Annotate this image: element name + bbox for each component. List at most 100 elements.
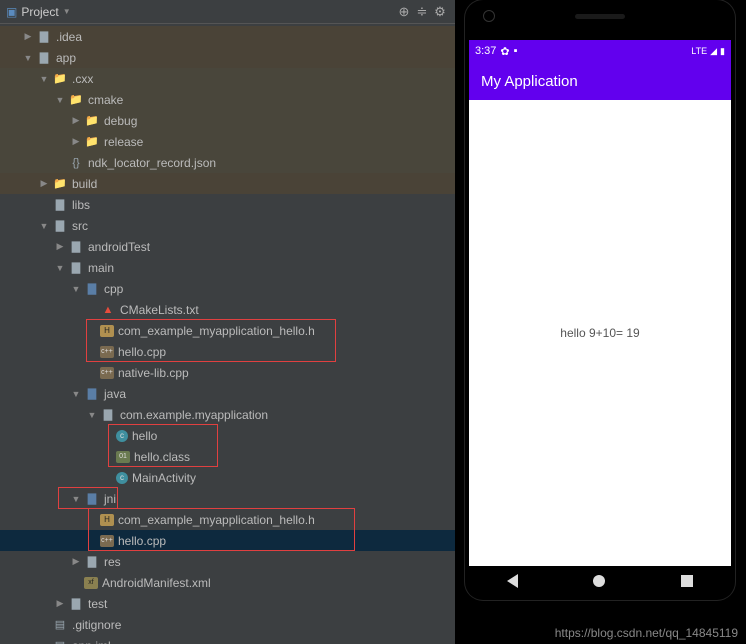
tree-item-label: com_example_myapplication_hello.h (118, 324, 315, 338)
folder-icon: 📁 (84, 134, 100, 150)
tree-row[interactable]: ▇test (0, 593, 455, 614)
folder-icon: ▇ (68, 239, 84, 255)
status-bar: 3:37 ✿ ▪ LTE ◢ ▮ (469, 40, 731, 62)
phone-screen: 3:37 ✿ ▪ LTE ◢ ▮ My Application hello 9+… (469, 40, 731, 566)
tree-row[interactable]: xfAndroidManifest.xml (0, 572, 455, 593)
expand-arrow-icon[interactable] (70, 136, 82, 148)
expand-arrow-icon[interactable] (54, 598, 66, 610)
nav-recent-icon[interactable] (681, 575, 693, 587)
file-icon: ▤ (52, 638, 68, 644)
tree-row[interactable]: c++hello.cpp (0, 530, 455, 551)
tree-row[interactable]: ▇cpp (0, 278, 455, 299)
folder-icon: 📁 (68, 92, 84, 108)
collapse-icon[interactable]: ≑ (413, 3, 431, 21)
tree-row[interactable]: ▇ androidTest (0, 236, 455, 257)
expand-arrow-icon[interactable] (70, 115, 82, 127)
tree-item-label: androidTest (88, 240, 150, 254)
expand-arrow-icon[interactable] (86, 409, 98, 421)
status-network: LTE (691, 46, 707, 56)
tree-row[interactable]: chello (0, 425, 455, 446)
header-file-icon: H (100, 325, 114, 337)
java-class-icon: c (116, 472, 128, 484)
tree-item-label: CMakeLists.txt (120, 303, 199, 317)
tree-row[interactable]: c MainActivity (0, 467, 455, 488)
tree-item-label: res (104, 555, 121, 569)
project-dropdown[interactable]: ▣ Project ▼ (6, 5, 71, 19)
tree-row[interactable]: ▇ jni (0, 488, 455, 509)
json-file-icon: {} (68, 155, 84, 171)
cpp-file-icon: c++ (100, 535, 114, 547)
tree-row[interactable]: c++native-lib.cpp (0, 362, 455, 383)
expand-arrow-icon[interactable] (70, 493, 82, 505)
tree-item-label: jni (104, 492, 116, 506)
tree-row[interactable]: {} ndk_locator_record.json (0, 152, 455, 173)
tree-row[interactable]: 📁cmake (0, 89, 455, 110)
tree-row[interactable]: 📁 release (0, 131, 455, 152)
tree-row[interactable]: ▲CMakeLists.txt (0, 299, 455, 320)
status-gear-icon: ✿ (500, 45, 509, 58)
expand-arrow-icon[interactable] (22, 52, 34, 64)
tree-row[interactable]: ▇.idea (0, 26, 455, 47)
tree-row[interactable]: ▤.gitignore (0, 614, 455, 635)
expand-arrow-icon[interactable] (70, 283, 82, 295)
tree-row[interactable]: Hcom_example_myapplication_hello.h (0, 320, 455, 341)
tree-row[interactable]: ▇com.example.myapplication (0, 404, 455, 425)
gear-icon[interactable]: ⚙ (431, 3, 449, 21)
tree-item-label: libs (72, 198, 90, 212)
tree-row[interactable]: 📁build (0, 173, 455, 194)
tree-item-label: hello.class (134, 450, 190, 464)
expand-arrow-icon[interactable] (38, 220, 50, 232)
tree-item-label: MainActivity (132, 471, 196, 485)
expand-arrow-icon[interactable] (22, 31, 34, 43)
tree-row[interactable]: ▤app.iml (0, 635, 455, 644)
tree-row[interactable]: c++hello.cpp (0, 341, 455, 362)
expand-arrow-icon[interactable] (54, 94, 66, 106)
tree-item-label: ndk_locator_record.json (88, 156, 216, 170)
nav-back-icon[interactable] (507, 574, 518, 588)
expand-arrow-icon[interactable] (54, 262, 66, 274)
tree-item-label: release (104, 135, 143, 149)
status-battery-icon: ▮ (720, 46, 725, 57)
tree-item-label: src (72, 219, 88, 233)
expand-arrow-icon[interactable] (54, 241, 66, 253)
folder-icon: ▇ (84, 554, 100, 570)
expand-arrow-icon[interactable] (70, 388, 82, 400)
expand-arrow-icon[interactable] (38, 178, 50, 190)
phone-frame: 3:37 ✿ ▪ LTE ◢ ▮ My Application hello 9+… (465, 0, 735, 600)
folder-icon: ▇ (100, 407, 116, 423)
folder-icon: 📁 (84, 113, 100, 129)
app-bar: My Application (469, 62, 731, 100)
watermark-text: https://blog.csdn.net/qq_14845119 (555, 626, 738, 640)
target-icon[interactable]: ⊕ (395, 3, 413, 21)
tree-row[interactable]: ▇ src (0, 215, 455, 236)
project-tree[interactable]: ▇.idea▇app📁.cxx📁cmake📁debug📁release{}ndk… (0, 24, 455, 644)
expand-arrow-icon[interactable] (70, 556, 82, 568)
status-signal-icon: ◢ (710, 46, 717, 57)
app-content: hello 9+10= 19 (469, 100, 731, 566)
folder-icon: ▇ (84, 491, 100, 507)
tree-row[interactable]: ▇java (0, 383, 455, 404)
result-text: hello 9+10= 19 (560, 326, 639, 340)
folder-icon: ▇ (52, 197, 68, 213)
tree-item-label: test (88, 597, 107, 611)
folder-icon: ▇ (52, 218, 68, 234)
expand-arrow-icon[interactable] (38, 73, 50, 85)
tree-item-label: com_example_myapplication_hello.h (118, 513, 315, 527)
tree-row[interactable]: 01hello.class (0, 446, 455, 467)
tree-row[interactable]: ▇ main (0, 257, 455, 278)
android-navbar (469, 566, 731, 596)
tree-row[interactable]: ▇app (0, 47, 455, 68)
tree-row[interactable]: 📁debug (0, 110, 455, 131)
tree-row[interactable]: ▇ res (0, 551, 455, 572)
folder-icon: ▇ (36, 50, 52, 66)
tree-row[interactable]: ▇ libs (0, 194, 455, 215)
nav-home-icon[interactable] (593, 575, 605, 587)
tree-row[interactable]: 📁.cxx (0, 68, 455, 89)
tree-item-label: main (88, 261, 114, 275)
folder-icon: ▇ (68, 260, 84, 276)
app-title: My Application (481, 73, 578, 90)
tree-item-label: .cxx (72, 72, 93, 86)
java-class-icon: c (116, 430, 128, 442)
folder-icon: ▇ (84, 386, 100, 402)
tree-row[interactable]: Hcom_example_myapplication_hello.h (0, 509, 455, 530)
